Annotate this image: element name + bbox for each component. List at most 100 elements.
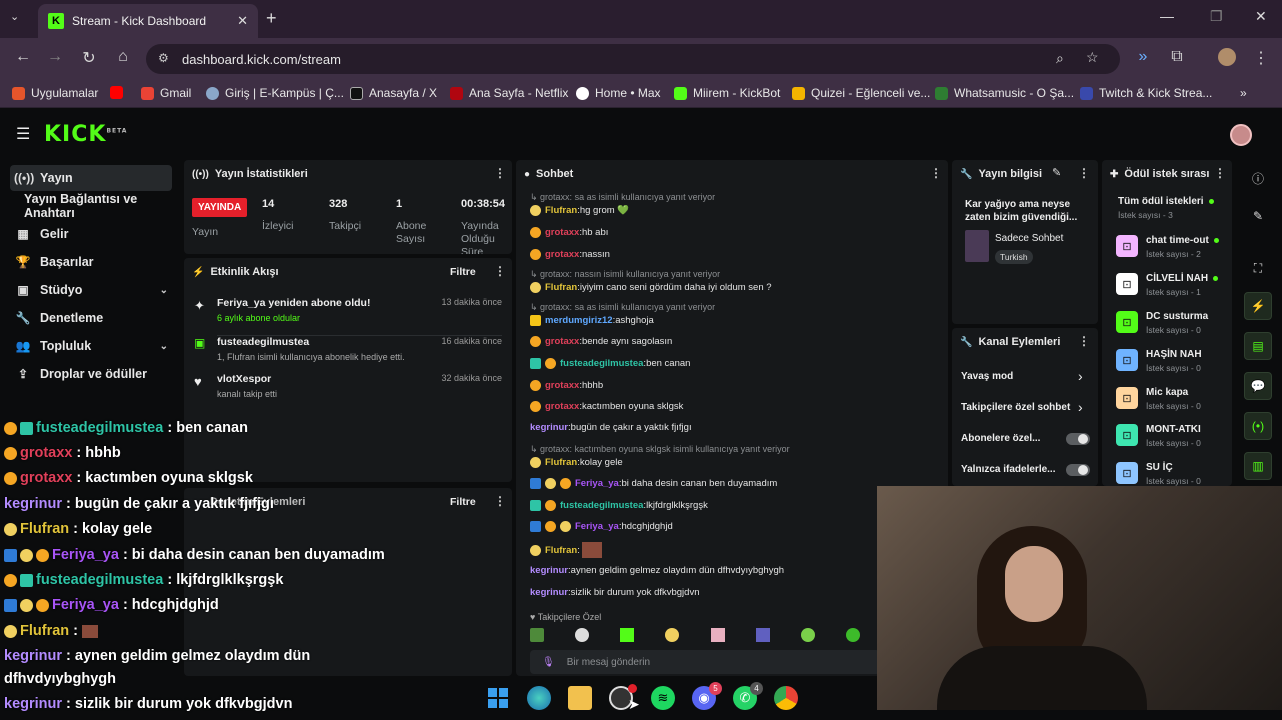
chrome-icon[interactable]	[774, 686, 798, 710]
sidebar-item-topluluk[interactable]: 👥 Topluluk ⌄	[10, 333, 172, 359]
forward-icon[interactable]: →	[44, 48, 66, 66]
stats-menu-icon[interactable]: ⋮	[494, 166, 506, 180]
new-tab-icon[interactable]: +	[266, 8, 277, 29]
edit-icon[interactable]: ✎	[1052, 166, 1061, 179]
emote-icon[interactable]	[845, 628, 860, 642]
activity-menu-icon[interactable]: ⋮	[494, 264, 506, 278]
category-name[interactable]: Sadece Sohbet	[995, 233, 1063, 244]
chevron-right-icon[interactable]: ›	[1078, 399, 1083, 415]
sidebar-item-droplar[interactable]: ⇪ Droplar ve ödüller	[10, 361, 172, 387]
lightning-icon[interactable]: ⚡	[1244, 292, 1272, 320]
url-input[interactable]: ⚙ dashboard.kick.com/stream ⌕ ☆	[146, 44, 1120, 74]
reward-item[interactable]: ⊡ DC susturma İstek sayısı - 0	[1116, 311, 1208, 335]
browser-menu-icon[interactable]: ⋮	[1250, 48, 1272, 68]
layout-icon[interactable]: ▥	[1244, 452, 1272, 480]
chat-menu-icon[interactable]: ⋮	[930, 166, 942, 180]
minimize-icon[interactable]: —	[1160, 8, 1174, 24]
chevron-right-icon[interactable]: ›	[1078, 368, 1083, 384]
bookmark-kickbot[interactable]: Miirem - KickBot	[674, 86, 780, 100]
gift-badge-icon	[530, 500, 541, 511]
bookmark-max[interactable]: Home • Max	[576, 86, 661, 100]
more-bookmarks-icon[interactable]: »	[1240, 86, 1247, 100]
maximize-icon[interactable]: ❐	[1210, 8, 1223, 25]
sidebar-item-denetleme[interactable]: 🔧 Denetleme	[10, 305, 172, 331]
reward-item[interactable]: ⊡ chat time-out İstek sayısı - 2	[1116, 235, 1219, 259]
modlog-menu-icon[interactable]: ⋮	[494, 494, 506, 508]
emote-icon[interactable]	[575, 628, 590, 642]
badge-icon	[530, 282, 541, 293]
user-avatar[interactable]	[1230, 124, 1252, 146]
fullscreen-icon[interactable]: ⛶	[1244, 254, 1272, 282]
emotes-only-toggle[interactable]	[1066, 464, 1090, 476]
mic-icon[interactable]: 🎙	[542, 657, 555, 668]
hamburger-menu-icon[interactable]: ☰	[16, 124, 30, 144]
discord-icon[interactable]: ◉ 5	[692, 682, 722, 710]
zoom-icon[interactable]: ⌕	[1056, 50, 1064, 67]
sidebar-item-stream-key[interactable]: Yayın Bağlantısı ve Anahtarı	[20, 192, 182, 220]
chat-icon[interactable]: 💬	[1244, 372, 1272, 400]
bookmark-ekampus[interactable]: Giriş | E-Kampüs | Ç...	[206, 86, 344, 100]
window-close-icon[interactable]: ✕	[1255, 8, 1267, 25]
extensions-icon[interactable]: ⧉	[1166, 48, 1188, 66]
bookmark-star-icon[interactable]: ☆	[1086, 49, 1099, 66]
reward-item[interactable]: ⊡ MONT-ATKI İstek sayısı - 0	[1116, 424, 1201, 448]
bookmark-youtube[interactable]	[110, 86, 129, 99]
bookmark-quizei[interactable]: Quizei - Eğlenceli ve...	[792, 86, 930, 100]
rewards-menu-icon[interactable]: ⋮	[1214, 166, 1226, 180]
sidebar-item-basarilar[interactable]: 🏆 Başarılar	[10, 249, 172, 275]
document-icon[interactable]: ▤	[1244, 332, 1272, 360]
modlog-filter-button[interactable]: Filtre	[450, 496, 476, 508]
bookmark-x[interactable]: Anasayfa / X	[350, 86, 437, 100]
edit-icon[interactable]: ✎	[1244, 202, 1272, 230]
bookmark-gmail[interactable]: Gmail	[141, 86, 191, 100]
stream-info-menu-icon[interactable]: ⋮	[1078, 166, 1090, 180]
emote-icon[interactable]	[755, 628, 770, 642]
file-explorer-icon[interactable]	[568, 686, 592, 710]
chat-input[interactable]: 🎙 Bir mesaj gönderin	[530, 650, 880, 674]
edge-icon[interactable]	[527, 686, 551, 710]
back-icon[interactable]: ←	[12, 48, 34, 66]
profile-icon[interactable]	[1216, 48, 1238, 71]
sidebar-item-studyo[interactable]: ▣ Stüdyo ⌄	[10, 277, 172, 303]
kick-logo[interactable]: KICKBETA	[44, 122, 127, 147]
reward-item[interactable]: ⊡ CİLVELİ NAH İstek sayısı - 1	[1116, 273, 1219, 297]
windows-start-icon[interactable]	[486, 686, 510, 710]
extension-bluetooth-icon[interactable]: »	[1132, 48, 1154, 66]
chevron-down-icon[interactable]: ⌄	[160, 341, 168, 352]
emote-icon[interactable]	[665, 628, 680, 642]
active-tab[interactable]: K Stream - Kick Dashboard ✕	[38, 4, 258, 38]
bookmark-netflix[interactable]: Ana Sayfa - Netflix	[450, 86, 568, 100]
emote-icon[interactable]	[710, 628, 725, 642]
whatsapp-icon[interactable]: ✆ 4	[733, 682, 763, 710]
emote-icon[interactable]	[620, 628, 635, 642]
followers-chat-item[interactable]: Takipçilere özel sohbet	[961, 402, 1070, 413]
all-rewards-item[interactable]: Tüm ödül istekleri İstek sayısı - 3	[1118, 196, 1214, 220]
chat-message: Feriya_ya: bi daha desin canan ben duyam…	[530, 478, 777, 489]
home-icon[interactable]: ⌂	[112, 48, 134, 66]
tab-search-icon[interactable]: ⌄	[10, 10, 19, 23]
reward-item[interactable]: ⊡ Mic kapa İstek sayısı - 0	[1116, 387, 1201, 411]
chevron-down-icon[interactable]: ⌄	[160, 285, 168, 296]
reload-icon[interactable]: ↻	[78, 48, 100, 68]
slow-mode-item[interactable]: Yavaş mod	[961, 371, 1013, 382]
activity-filter-button[interactable]: Filtre	[450, 266, 476, 278]
bookmark-whatsamusic[interactable]: Whatsamusic - O Şa...	[935, 86, 1074, 100]
badge-icon	[4, 522, 17, 536]
sub-badge-icon	[4, 446, 17, 460]
bookmark-apps[interactable]: Uygulamalar	[12, 86, 98, 100]
info-icon[interactable]: ⓘ	[1244, 164, 1272, 192]
reward-item[interactable]: ⊡ SU İÇ İstek sayısı - 0	[1116, 462, 1201, 486]
broadcast-icon[interactable]: (•)	[1244, 412, 1272, 440]
streamer-face	[1005, 546, 1063, 622]
emote-icon[interactable]	[800, 628, 815, 642]
sidebar-item-yayin[interactable]: ((•)) Yayın	[10, 165, 172, 191]
site-settings-icon[interactable]: ⚙	[158, 51, 169, 65]
reward-item[interactable]: ⊡ HAŞİN NAH İstek sayısı - 0	[1116, 349, 1202, 373]
tab-close-icon[interactable]: ✕	[237, 13, 248, 29]
spotify-icon[interactable]: ≋	[651, 686, 675, 710]
bookmark-twitchkick[interactable]: Twitch & Kick Strea...	[1080, 86, 1212, 100]
sidebar-item-gelir[interactable]: ▦ Gelir	[10, 221, 172, 247]
subs-only-toggle[interactable]	[1066, 433, 1090, 445]
emote-icon[interactable]	[530, 628, 544, 642]
channel-actions-menu-icon[interactable]: ⋮	[1078, 334, 1090, 348]
